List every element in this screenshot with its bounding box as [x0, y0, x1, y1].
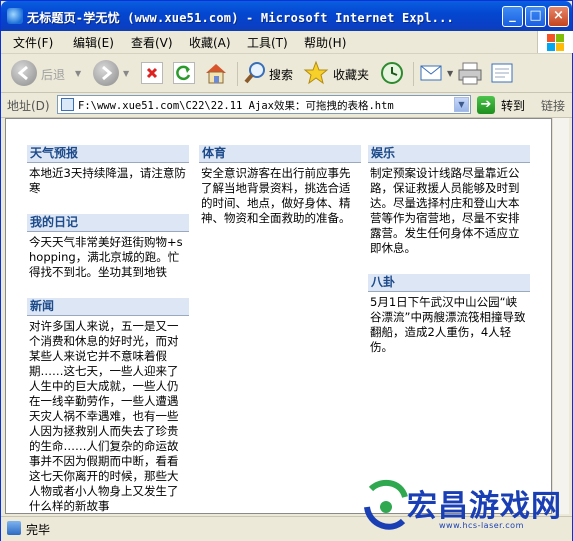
address-text[interactable]: F:\www.xue51.com\C22\22.11 Ajax效果：可拖拽的表格… — [78, 98, 394, 113]
menu-view[interactable]: 查看(V) — [131, 34, 173, 51]
history-icon[interactable] — [379, 60, 405, 86]
drag-block-sports[interactable]: 体育 安全意识游客在出行前应事先了解当地背景资料，挑选合适的时间、地点，做好身体… — [199, 145, 361, 226]
back-label[interactable]: 后退 — [41, 66, 65, 83]
drag-block-news[interactable]: 新闻 对许多国人来说，五一是又一个消费和休息的好时光，而对某些人来说它并不意味着… — [27, 298, 189, 513]
mail-icon[interactable] — [419, 62, 445, 84]
menu-favorites[interactable]: 收藏(A) — [189, 34, 231, 51]
site-watermark: 宏昌游戏网 www.hcs-laser.com — [361, 477, 571, 540]
block-body: 对许多国人来说，五一是又一个消费和休息的好时光，而对某些人来说它并不意味着假期…… — [29, 319, 179, 513]
block-body: 本地近3天持续降温，请注意防寒 — [29, 166, 186, 195]
block-title[interactable]: 娱乐 — [368, 145, 530, 163]
watermark-logo-icon — [364, 479, 408, 530]
status-text: 完毕 — [26, 523, 51, 537]
vertical-scrollbar[interactable] — [552, 118, 569, 514]
title-bar[interactable]: 无标题页-学无忧 (www.xue51.com) - Microsoft Int… — [1, 1, 572, 31]
windows-logo-icon — [537, 31, 573, 53]
block-title[interactable]: 我的日记 — [27, 214, 189, 232]
refresh-icon[interactable] — [173, 62, 195, 84]
block-title[interactable]: 新闻 — [27, 298, 189, 316]
block-body: 制定预案设计线路尽量靠近公路，保证救援人员能够及时到达。尽量选择村庄和登山大本营… — [370, 166, 520, 255]
toolbar-separator — [237, 62, 238, 86]
drag-block-entertainment[interactable]: 娱乐 制定预案设计线路尽量靠近公路，保证救援人员能够及时到达。尽量选择村庄和登山… — [368, 145, 530, 256]
drag-block-gossip[interactable]: 八卦 5月1日下午武汉中山公园“峡谷漂流”中两艘漂流筏相撞导致翻船，造成2人重伤… — [368, 274, 530, 355]
block-title[interactable]: 八卦 — [368, 274, 530, 292]
block-body: 今天天气非常美好逛街购物+shopping，满北京城的跑。忙得找不到北。坐功其到… — [29, 235, 183, 279]
stop-icon[interactable] — [141, 62, 163, 84]
favorites-icon[interactable] — [303, 60, 329, 86]
address-label: 地址(D) — [7, 99, 50, 113]
menu-edit[interactable]: 编辑(E) — [73, 34, 114, 51]
toolbar-separator — [413, 62, 414, 86]
go-arrow-icon: ➔ — [477, 96, 495, 114]
page-done-icon — [7, 521, 21, 535]
search-icon[interactable] — [243, 60, 269, 86]
watermark-url: www.hcs-laser.com — [439, 521, 524, 530]
go-label: 转到 — [501, 99, 526, 113]
address-bar: 地址(D) F:\www.xue51.com\C22\22.11 Ajax效果：… — [1, 93, 572, 118]
ie-app-icon — [7, 8, 23, 24]
standard-toolbar: 后退 ▼ ▼ 搜索 收藏夹 ▼ — [1, 54, 572, 93]
address-dropdown-icon[interactable]: ▼ — [454, 97, 469, 112]
block-body: 5月1日下午武汉中山公园“峡谷漂流”中两艘漂流筏相撞导致翻船，造成2人重伤，4人… — [370, 295, 526, 354]
content-column-3: 娱乐 制定预案设计线路尽量靠近公路，保证救援人员能够及时到达。尽量选择村庄和登山… — [368, 145, 530, 373]
search-label[interactable]: 搜索 — [269, 66, 293, 83]
page-icon — [61, 98, 74, 111]
close-button[interactable]: × — [548, 6, 569, 27]
menu-tools[interactable]: 工具(T) — [247, 34, 288, 51]
forward-dropdown-icon[interactable]: ▼ — [123, 69, 129, 78]
print-icon[interactable] — [457, 60, 483, 86]
back-dropdown-icon[interactable]: ▼ — [75, 69, 81, 78]
page-content: 天气预报 本地近3天持续降温，请注意防寒 我的日记 今天天气非常美好逛街购物+s… — [5, 118, 552, 514]
block-title[interactable]: 天气预报 — [27, 145, 189, 163]
links-label[interactable]: 链接 — [541, 97, 565, 114]
menu-help[interactable]: 帮助(H) — [304, 34, 346, 51]
maximize-button[interactable]: □ — [525, 6, 546, 27]
forward-icon[interactable] — [93, 60, 119, 86]
drag-block-diary[interactable]: 我的日记 今天天气非常美好逛街购物+shopping，满北京城的跑。忙得找不到北… — [27, 214, 189, 280]
mail-dropdown-icon[interactable]: ▼ — [447, 69, 453, 78]
address-input[interactable]: F:\www.xue51.com\C22\22.11 Ajax效果：可拖拽的表格… — [57, 95, 471, 114]
back-icon[interactable] — [11, 60, 37, 86]
drag-block-weather[interactable]: 天气预报 本地近3天持续降温，请注意防寒 — [27, 145, 189, 196]
block-title[interactable]: 体育 — [199, 145, 361, 163]
edit-icon[interactable] — [489, 60, 515, 86]
go-button[interactable]: ➔ 转到 — [477, 96, 532, 114]
content-column-1: 天气预报 本地近3天持续降温，请注意防寒 我的日记 今天天气非常美好逛街购物+s… — [27, 145, 189, 513]
content-column-2: 体育 安全意识游客在出行前应事先了解当地背景资料，挑选合适的时间、地点，做好身体… — [199, 145, 361, 244]
favorites-label[interactable]: 收藏夹 — [333, 66, 369, 83]
home-icon[interactable] — [203, 60, 229, 86]
minimize-button[interactable]: _ — [502, 6, 523, 27]
browser-window: 无标题页-学无忧 (www.xue51.com) - Microsoft Int… — [0, 0, 573, 541]
menu-bar: 文件(F) 编辑(E) 查看(V) 收藏(A) 工具(T) 帮助(H) — [1, 31, 572, 54]
block-body: 安全意识游客在出行前应事先了解当地背景资料，挑选合适的时间、地点，做好身体、精神… — [201, 166, 351, 225]
watermark-text: 宏昌游戏网 — [407, 489, 562, 524]
window-title: 无标题页-学无忧 (www.xue51.com) - Microsoft Int… — [27, 11, 454, 25]
menu-file[interactable]: 文件(F) — [13, 34, 53, 51]
